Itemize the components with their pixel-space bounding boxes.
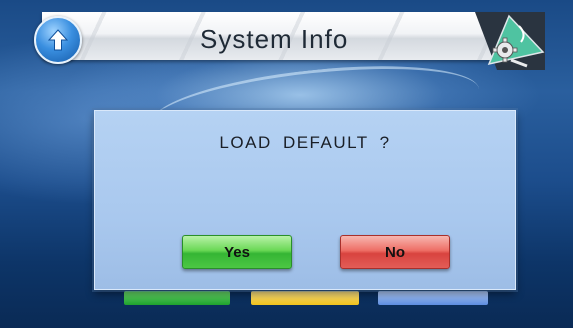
settings-button[interactable]	[475, 12, 545, 70]
page-title: System Info	[200, 24, 349, 54]
menu-tile-blue	[378, 291, 488, 305]
gear-wrench-icon	[475, 12, 545, 70]
confirm-dialog: LOAD DEFAULT ? Yes No	[94, 110, 516, 290]
menu-tile-yellow	[251, 291, 359, 305]
screen-background: System Info LOAD DEFAULT ? Yes No	[0, 0, 573, 328]
no-button[interactable]: No	[340, 235, 450, 269]
yes-button[interactable]: Yes	[182, 235, 292, 269]
back-button[interactable]	[34, 16, 82, 64]
up-arrow-circle-icon	[47, 29, 69, 51]
menu-tile-green	[124, 291, 230, 305]
header: System Info	[20, 12, 545, 70]
dialog-message: LOAD DEFAULT ?	[219, 133, 391, 152]
